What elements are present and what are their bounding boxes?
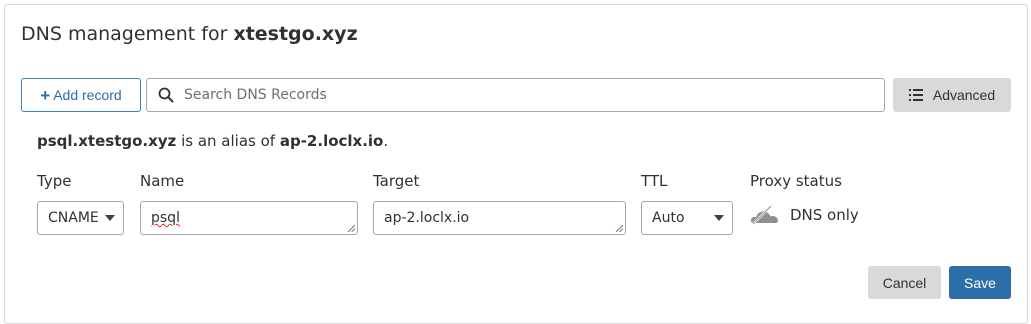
advanced-label: Advanced <box>932 87 996 103</box>
ttl-select[interactable]: Auto <box>641 201 733 235</box>
list-icon <box>908 89 923 101</box>
proxy-status-label: Proxy status <box>750 172 842 190</box>
type-label: Type <box>37 172 72 190</box>
add-record-label: Add record <box>53 87 122 103</box>
ttl-label: TTL <box>641 172 668 190</box>
proxy-status-value: DNS only <box>790 206 859 224</box>
type-select[interactable]: CNAME <box>37 201 124 235</box>
alias-host: psql.xtestgo.xyz <box>37 132 177 150</box>
page-title: DNS management for xtestgo.xyz <box>21 23 358 45</box>
search-icon <box>158 87 174 103</box>
ttl-select-value: Auto <box>652 210 685 226</box>
name-field-value: psql <box>151 210 180 226</box>
plus-icon: + <box>40 85 51 105</box>
target-field-value: ap-2.loclx.io <box>384 210 470 226</box>
add-record-button[interactable]: + Add record <box>21 78 141 112</box>
cancel-label: Cancel <box>882 274 927 291</box>
search-box[interactable] <box>146 78 885 112</box>
search-input[interactable] <box>182 86 862 104</box>
advanced-button[interactable]: Advanced <box>893 78 1011 112</box>
alias-suffix: . <box>383 132 389 150</box>
alias-notice: psql.xtestgo.xyz is an alias of ap-2.loc… <box>37 132 388 150</box>
chevron-down-icon <box>105 215 115 221</box>
cloud-icon <box>750 205 778 225</box>
page-title-prefix: DNS management for <box>21 23 228 45</box>
resize-handle-icon[interactable] <box>615 224 623 232</box>
dns-management-card: DNS management for xtestgo.xyz + Add rec… <box>4 4 1028 324</box>
proxy-status-toggle[interactable]: DNS only <box>750 205 859 225</box>
target-field[interactable]: ap-2.loclx.io <box>373 201 626 235</box>
alias-middle-text: is an alias of <box>181 132 276 150</box>
chevron-down-icon <box>714 215 724 221</box>
name-label: Name <box>140 172 185 190</box>
save-button[interactable]: Save <box>949 266 1011 299</box>
page-title-domain: xtestgo.xyz <box>233 23 358 45</box>
alias-target: ap-2.loclx.io <box>279 132 384 150</box>
cancel-button[interactable]: Cancel <box>868 266 941 299</box>
type-select-value: CNAME <box>48 210 99 226</box>
resize-handle-icon[interactable] <box>347 224 355 232</box>
save-label: Save <box>964 274 996 291</box>
name-field[interactable]: psql <box>140 201 358 235</box>
target-label: Target <box>373 172 420 190</box>
